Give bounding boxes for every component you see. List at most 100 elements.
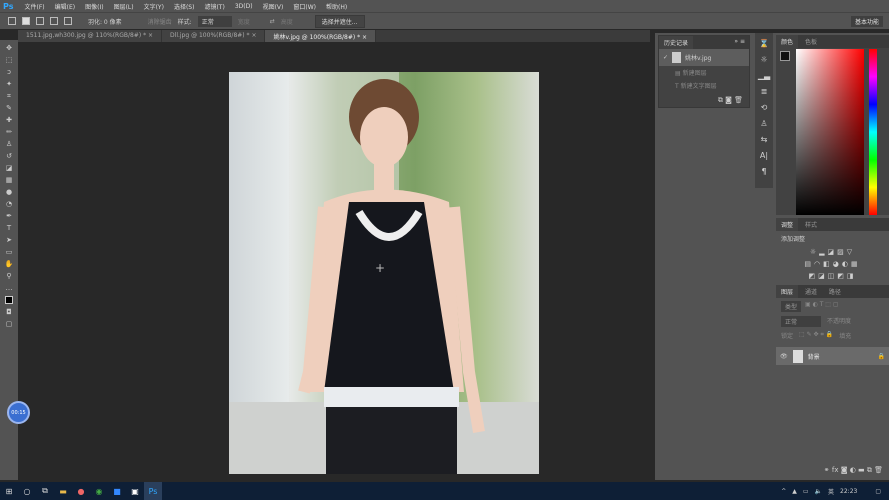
gradient-tool-icon[interactable]: ▦	[6, 176, 13, 185]
trash-icon[interactable]: 🗑	[734, 96, 743, 104]
menu-help[interactable]: 帮助(H)	[321, 2, 352, 11]
menu-layer[interactable]: 图层(L)	[109, 2, 139, 11]
type-tool-icon[interactable]: T	[7, 224, 11, 233]
windows-start-icon[interactable]: ⊞	[0, 482, 18, 500]
character-icon[interactable]: A|	[760, 151, 768, 160]
tray-chevron-icon[interactable]: ^	[781, 488, 786, 495]
menu-type[interactable]: 文字(Y)	[139, 2, 169, 11]
history-snapshot[interactable]: ✓ 姚林v.jpg	[659, 49, 749, 66]
menu-window[interactable]: 窗口(W)	[288, 2, 321, 11]
intersect-selection-icon[interactable]	[64, 17, 72, 25]
opacity-field[interactable]: 不透明度	[827, 316, 851, 327]
notification-icon[interactable]: ▢	[875, 488, 881, 495]
style-select[interactable]: 正常	[197, 15, 232, 27]
adjustment-icons[interactable]: ☼▂◪▨▽ ▤◠◧◕◐▦ ◩◪◫◩◨	[776, 246, 889, 282]
task-view-icon[interactable]: ⧉	[36, 482, 54, 500]
workspace-select[interactable]: 基本功能	[850, 15, 883, 27]
panel-menu-icon[interactable]: » ≡	[730, 36, 749, 49]
blur-tool-icon[interactable]: ●	[6, 188, 12, 197]
battery-icon[interactable]: ▭	[803, 488, 809, 495]
menu-filter[interactable]: 滤镜(T)	[199, 2, 229, 11]
new-selection-icon[interactable]	[22, 17, 30, 25]
volume-icon[interactable]: 🔈	[815, 488, 822, 495]
healing-brush-icon[interactable]: ✚	[6, 116, 12, 125]
tab-document-2[interactable]: Dll.jpg @ 100%(RGB/8#) * ×	[162, 30, 266, 42]
antialias-checkbox[interactable]: 消除锯齿	[148, 17, 172, 26]
lock-icons[interactable]: ⬚ ✎ ✥ ⌗ 🔒	[799, 331, 833, 340]
firefox-icon[interactable]: ●	[72, 482, 90, 500]
subtract-selection-icon[interactable]	[50, 17, 58, 25]
visibility-eye-icon[interactable]: 👁	[780, 353, 788, 360]
lasso-tool-icon[interactable]: ↄ	[7, 68, 11, 77]
menu-image[interactable]: 图像(I)	[80, 2, 108, 11]
paths-tab[interactable]: 路径	[824, 285, 846, 298]
file-explorer-icon[interactable]: ▬	[54, 482, 72, 500]
search-icon[interactable]: ○	[18, 482, 36, 500]
eyedropper-icon[interactable]: ✎	[6, 104, 12, 113]
channels-tab[interactable]: 通道	[800, 285, 822, 298]
swatches-tab[interactable]: 色板	[800, 35, 822, 48]
marquee-preset-icon[interactable]	[8, 17, 16, 25]
swap-icon[interactable]: ⇄	[270, 18, 275, 25]
foreground-color-swatch[interactable]	[780, 51, 790, 61]
styles-tab[interactable]: 样式	[800, 218, 822, 231]
shape-tool-icon[interactable]: ▭	[6, 248, 13, 257]
more-tools-icon[interactable]: …	[6, 284, 13, 293]
snapshot-camera-icon[interactable]: ◙	[725, 96, 732, 104]
tab-document-1[interactable]: 1511.jpg,wh300.jpg @ 110%(RGB/8#) * ×	[18, 30, 163, 42]
screen-mode-icon[interactable]: ▢	[6, 320, 13, 329]
path-select-icon[interactable]: ➤	[6, 236, 12, 245]
document-image[interactable]: +	[229, 72, 539, 474]
select-and-mask-button[interactable]: 选择并遮住...	[314, 14, 365, 28]
clock[interactable]: 22:23	[840, 488, 857, 495]
menu-file[interactable]: 文件(F)	[19, 2, 49, 11]
add-selection-icon[interactable]	[36, 17, 44, 25]
app-icon-2[interactable]: ▣	[126, 482, 144, 500]
chrome-icon[interactable]: ◉	[90, 482, 108, 500]
history-brush-icon[interactable]: ↺	[6, 152, 12, 161]
histogram-icon[interactable]: ▁▃	[758, 71, 770, 80]
tray-app-icon[interactable]: ▲	[792, 488, 797, 495]
app-icon[interactable]: ■	[108, 482, 126, 500]
menu-select[interactable]: 选择(S)	[169, 2, 200, 11]
width-field[interactable]: 宽度	[238, 17, 250, 26]
layers-tab[interactable]: 图层	[776, 285, 799, 298]
photoshop-taskbar-icon[interactable]: Ps	[144, 482, 162, 500]
eraser-icon[interactable]: ◪	[6, 164, 13, 173]
menu-view[interactable]: 视图(V)	[258, 2, 289, 11]
brush-tool-icon[interactable]: ✏	[6, 128, 12, 137]
new-document-from-state-icon[interactable]: ⧉	[718, 96, 723, 104]
clone-stamp-icon[interactable]: ♙	[6, 140, 12, 149]
move-tool-icon[interactable]: ✥	[6, 44, 12, 53]
adjustments-tab[interactable]: 调整	[776, 218, 799, 231]
paths-icon[interactable]: ⟲	[761, 103, 768, 112]
quick-mask-icon[interactable]: ◘	[6, 308, 12, 317]
clone-source-icon[interactable]: ♙	[760, 119, 767, 128]
feather-field[interactable]: 羽化: 0 像素	[88, 17, 122, 26]
marquee-tool-icon[interactable]: ⬚	[6, 56, 13, 65]
hue-slider[interactable]	[869, 49, 877, 215]
dodge-tool-icon[interactable]: ◔	[6, 200, 12, 209]
menu-3d[interactable]: 3D(D)	[230, 3, 258, 10]
adjustments-icon[interactable]: ☼	[760, 55, 767, 64]
menu-edit[interactable]: 编辑(E)	[50, 2, 80, 11]
pen-tool-icon[interactable]: ✒	[6, 212, 12, 221]
history-tab[interactable]: 历史记录	[659, 36, 694, 49]
zoom-tool-icon[interactable]: ⚲	[6, 272, 11, 281]
layer-filter-icons[interactable]: ▣ ◐ T ⬚ ▢	[805, 301, 839, 312]
fill-field[interactable]: 填充	[839, 331, 851, 340]
hand-tool-icon[interactable]: ✋	[5, 260, 14, 269]
color-swatches-icon[interactable]	[5, 296, 13, 305]
properties-icon[interactable]: ≣	[761, 87, 768, 96]
color-tab[interactable]: 颜色	[776, 35, 799, 48]
layer-filter-kind[interactable]: 类型	[781, 301, 802, 312]
history-item[interactable]: T 新建文字图层	[659, 79, 749, 92]
input-language[interactable]: 英	[828, 487, 834, 496]
magic-wand-icon[interactable]: ✦	[6, 80, 12, 89]
paragraph-icon[interactable]: ¶	[761, 167, 766, 176]
blend-mode-select[interactable]: 正常	[781, 316, 821, 327]
history-panel-icon[interactable]: ⌛	[759, 39, 769, 48]
height-field[interactable]: 高度	[281, 17, 293, 26]
crop-tool-icon[interactable]: ⌗	[7, 92, 11, 101]
layer-row-background[interactable]: 👁 背景 🔒	[776, 347, 889, 365]
